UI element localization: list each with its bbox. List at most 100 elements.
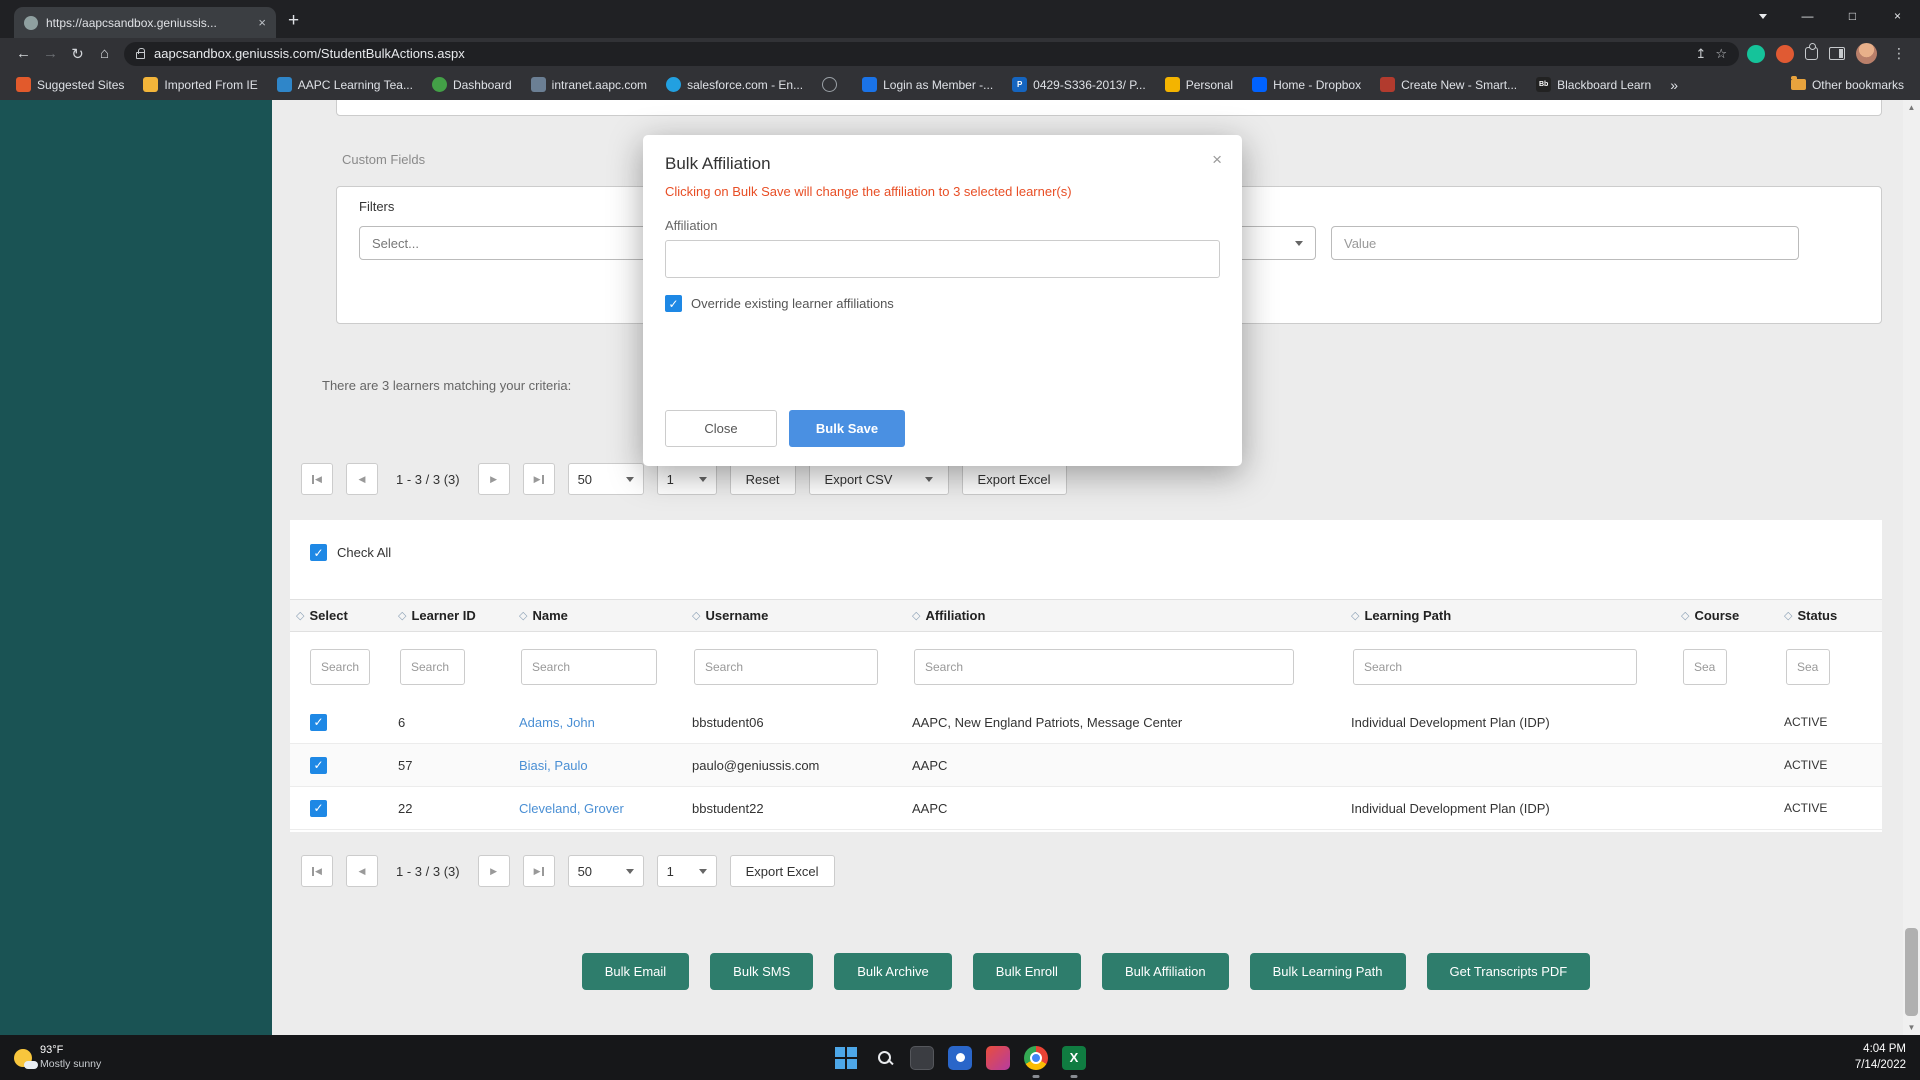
close-window-button[interactable]: × xyxy=(1875,0,1920,32)
bookmark-item[interactable]: Suggested Sites xyxy=(16,77,124,92)
bulk-enroll-button[interactable]: Bulk Enroll xyxy=(972,953,1081,990)
page-size-select[interactable]: 50 xyxy=(567,855,644,887)
taskbar-clock[interactable]: 4:04 PM 7/14/2022 xyxy=(1855,1035,1906,1080)
taskbar-app-camera[interactable] xyxy=(941,1035,979,1080)
export-excel-button[interactable]: Export Excel xyxy=(729,855,835,887)
bookmark-star-icon[interactable]: ☆ xyxy=(1715,46,1727,62)
taskbar-search-button[interactable] xyxy=(865,1035,903,1080)
pagination-prev-button[interactable]: ◀ xyxy=(346,463,378,495)
bulk-learning-path-button[interactable]: Bulk Learning Path xyxy=(1249,953,1406,990)
bulk-save-button[interactable]: Bulk Save xyxy=(789,410,905,447)
search-learning-path-input[interactable] xyxy=(1353,649,1637,685)
share-icon[interactable]: ↥ xyxy=(1695,46,1706,62)
page-scrollbar[interactable]: ▲ ▼ xyxy=(1903,100,1920,1035)
search-affiliation-input[interactable] xyxy=(914,649,1294,685)
column-header-learning-path[interactable]: ◇ Learning Path xyxy=(1351,608,1681,623)
minimize-button[interactable]: — xyxy=(1785,0,1830,32)
extension-green-icon[interactable] xyxy=(1747,44,1765,63)
pagination-last-button[interactable]: ▶ xyxy=(522,855,555,887)
modal-close-icon[interactable]: × xyxy=(1212,150,1222,170)
pagination-prev-button[interactable]: ◀ xyxy=(346,855,378,887)
bookmark-item[interactable]: salesforce.com - En... xyxy=(666,77,803,92)
tab-close-icon[interactable]: × xyxy=(258,15,266,30)
page-number-select[interactable]: 1 xyxy=(656,855,717,887)
extension-orange-icon[interactable] xyxy=(1776,44,1794,63)
learner-name-link[interactable]: Adams, John xyxy=(519,715,595,730)
bookmark-item[interactable]: P 0429-S336-2013/ P... xyxy=(1012,77,1146,92)
taskbar-app-dark[interactable] xyxy=(903,1035,941,1080)
bookmark-item[interactable]: Personal xyxy=(1164,77,1233,92)
maximize-button[interactable]: □ xyxy=(1830,0,1875,32)
row-checkbox[interactable] xyxy=(310,713,327,731)
forward-icon[interactable]: → xyxy=(37,45,64,62)
extensions-puzzle-icon[interactable] xyxy=(1805,43,1818,60)
new-tab-button[interactable]: + xyxy=(288,10,299,32)
taskbar-weather[interactable]: 93°F Mostly sunny xyxy=(14,1044,101,1071)
reload-icon[interactable]: ↻ xyxy=(64,45,91,63)
search-select-input[interactable] xyxy=(310,649,370,685)
filter-value-input[interactable] xyxy=(1331,226,1799,260)
column-header-learner-id[interactable]: ◇ Learner ID xyxy=(398,608,519,623)
bookmarks-overflow-icon[interactable]: » xyxy=(1670,77,1678,93)
column-header-name[interactable]: ◇ Name xyxy=(519,608,692,623)
bulk-affiliation-button[interactable]: Bulk Affiliation xyxy=(1101,953,1229,990)
row-checkbox[interactable] xyxy=(310,799,327,817)
bookmark-item[interactable]: Login as Member -... xyxy=(862,77,993,92)
url-text[interactable]: aapcsandbox.geniussis.com/StudentBulkAct… xyxy=(154,46,1686,61)
filter-field-select[interactable]: Select... xyxy=(359,226,649,260)
other-bookmarks[interactable]: Other bookmarks xyxy=(1790,76,1904,92)
get-transcripts-pdf-button[interactable]: Get Transcripts PDF xyxy=(1426,953,1591,990)
export-csv-button[interactable]: Export CSV xyxy=(808,463,949,495)
bulk-archive-button[interactable]: Bulk Archive xyxy=(834,953,952,990)
address-bar[interactable]: aapcsandbox.geniussis.com/StudentBulkAct… xyxy=(124,41,1739,66)
bookmark-item[interactable]: Bb Blackboard Learn xyxy=(1536,77,1651,92)
page-number-select[interactable]: 1 xyxy=(656,463,717,495)
pagination-next-button[interactable]: ▶ xyxy=(477,463,510,495)
bookmark-item[interactable]: intranet.aapc.com xyxy=(530,77,647,92)
check-all-checkbox[interactable] xyxy=(310,544,327,561)
search-status-input[interactable] xyxy=(1786,649,1830,685)
row-checkbox[interactable] xyxy=(310,756,327,774)
taskbar-app-photos[interactable] xyxy=(979,1035,1017,1080)
column-header-select[interactable]: ◇ Select xyxy=(296,608,398,623)
scroll-down-icon[interactable]: ▼ xyxy=(1903,1020,1920,1035)
bulk-sms-button[interactable]: Bulk SMS xyxy=(710,953,814,990)
learner-name-link[interactable]: Cleveland, Grover xyxy=(519,801,624,816)
bookmark-item[interactable] xyxy=(822,77,843,92)
taskbar-app-excel[interactable]: X xyxy=(1055,1035,1093,1080)
bulk-email-button[interactable]: Bulk Email xyxy=(581,953,690,990)
column-header-course[interactable]: ◇ Course xyxy=(1681,608,1784,623)
pagination-first-button[interactable]: ◀ xyxy=(301,855,333,887)
bookmark-item[interactable]: AAPC Learning Tea... xyxy=(276,77,413,92)
browser-menu-icon[interactable]: ⋮ xyxy=(1888,45,1910,62)
page-size-select[interactable]: 50 xyxy=(567,463,644,495)
tab-search-button[interactable] xyxy=(1740,0,1785,32)
browser-tab[interactable]: https://aapcsandbox.geniussis... × xyxy=(14,7,276,38)
search-learner-id-input[interactable] xyxy=(400,649,465,685)
affiliation-input[interactable] xyxy=(665,240,1220,278)
pagination-next-button[interactable]: ▶ xyxy=(477,855,510,887)
search-course-input[interactable] xyxy=(1683,649,1727,685)
export-excel-button[interactable]: Export Excel xyxy=(961,463,1067,495)
home-icon[interactable]: ⌂ xyxy=(91,45,118,62)
profile-avatar[interactable] xyxy=(1856,43,1877,64)
search-username-input[interactable] xyxy=(694,649,878,685)
start-button[interactable] xyxy=(827,1035,865,1080)
scrollbar-thumb[interactable] xyxy=(1905,928,1918,1016)
column-header-status[interactable]: ◇ Status xyxy=(1784,608,1878,623)
bookmark-item[interactable]: Home - Dropbox xyxy=(1252,77,1361,92)
override-checkbox[interactable] xyxy=(665,295,682,312)
modal-close-button[interactable]: Close xyxy=(665,410,777,447)
learner-name-link[interactable]: Biasi, Paulo xyxy=(519,758,588,773)
column-header-affiliation[interactable]: ◇ Affiliation xyxy=(912,608,1351,623)
reset-button[interactable]: Reset xyxy=(729,463,796,495)
scroll-up-icon[interactable]: ▲ xyxy=(1903,100,1920,115)
bookmark-item[interactable]: Create New - Smart... xyxy=(1380,77,1517,92)
search-name-input[interactable] xyxy=(521,649,657,685)
pagination-last-button[interactable]: ▶ xyxy=(522,463,555,495)
back-icon[interactable]: ← xyxy=(10,45,37,62)
side-panel-icon[interactable] xyxy=(1829,47,1845,60)
column-header-username[interactable]: ◇ Username xyxy=(692,608,912,623)
taskbar-app-chrome[interactable] xyxy=(1017,1035,1055,1080)
bookmark-item[interactable]: Imported From IE xyxy=(143,77,258,92)
